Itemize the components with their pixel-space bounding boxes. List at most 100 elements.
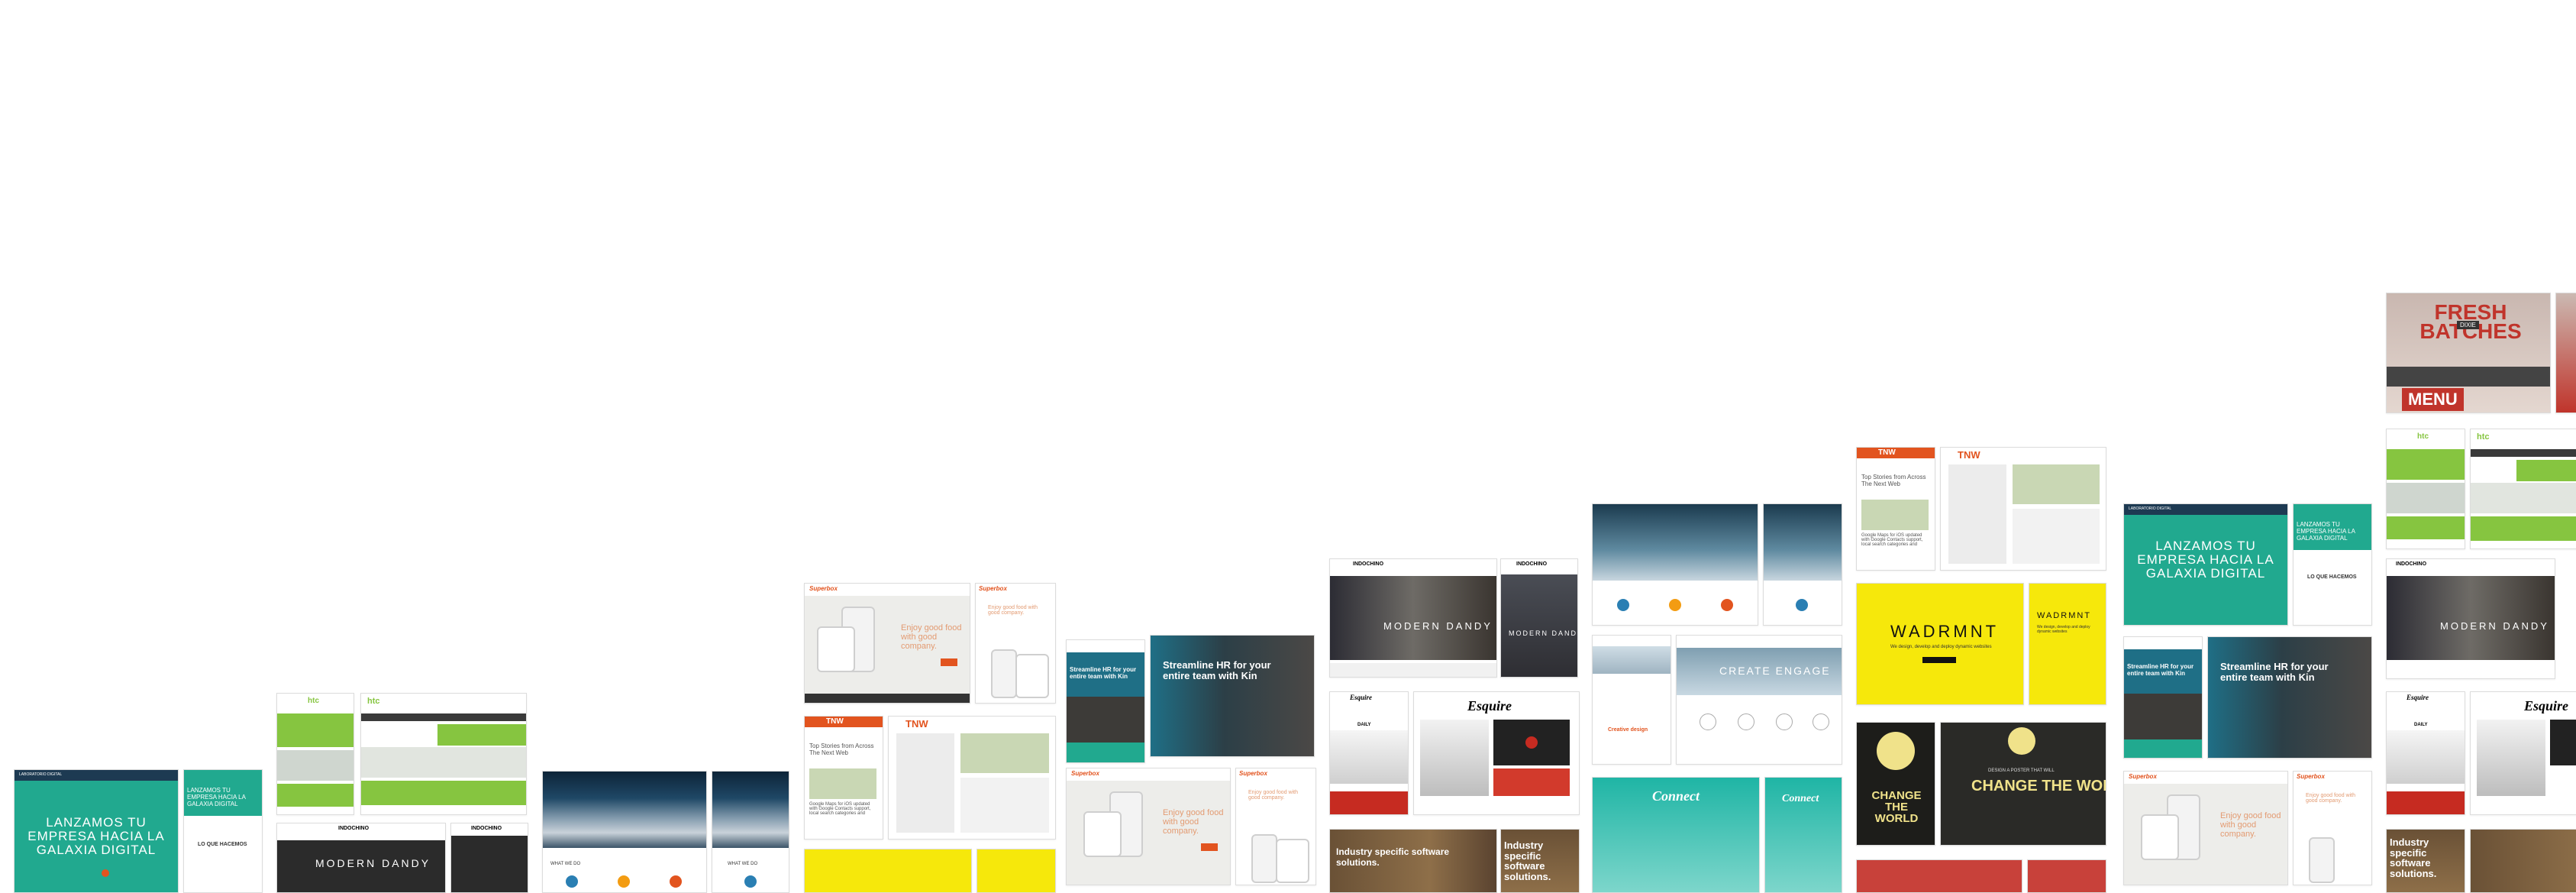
hero-headline: MODERN DANDY: [1509, 629, 1578, 637]
menu-button[interactable]: MENU: [2402, 388, 2464, 411]
esquire-logo: Esquire: [2524, 698, 2569, 713]
thumb-indochino-mobile[interactable]: INDOCHINO: [450, 823, 528, 893]
bar-chart-icon: [1813, 713, 1829, 730]
thumb-indochino-mobile-2[interactable]: INDOCHINO MODERN DANDY: [1500, 558, 1578, 678]
thumb-esquire-mobile[interactable]: Esquire DAILY: [1329, 691, 1409, 815]
video-thumb[interactable]: [2550, 720, 2576, 765]
thumb-change-desktop[interactable]: DESIGN A POSTER THAT WILL CHANGE THE WOR…: [1940, 722, 2106, 846]
thumb-htc-desktop[interactable]: htc: [360, 693, 527, 815]
thumb-kin-mobile-2[interactable]: Streamline HR for your entire team with …: [2123, 636, 2203, 759]
superbox-logo: Superbox: [2297, 773, 2325, 780]
thumb-sky-mobile[interactable]: WHAT WE DO: [712, 771, 789, 893]
hero-headline: LANZAMOS TU EMPRESA HACIA LA GALAXIA DIG…: [27, 815, 165, 857]
footer-strip: [805, 694, 970, 703]
hero-tagline: Enjoy good food with good company.: [2306, 793, 2355, 804]
footer-strip: [1067, 743, 1144, 762]
thumb-superbox-mobile-3[interactable]: Superbox Enjoy good food with good compa…: [2293, 771, 2372, 885]
team-photo: [1067, 697, 1144, 743]
promo-block: [2471, 516, 2576, 541]
thumb-tnw-desktop-2[interactable]: TNW: [1940, 447, 2106, 571]
hero-headline: LANZAMOS TU EMPRESA HACIA LA GALAXIA DIG…: [2297, 521, 2355, 542]
thumb-tnw-desktop[interactable]: TNW: [888, 716, 1056, 840]
superbox-logo: Superbox: [2129, 773, 2157, 780]
thumb-superbox-desktop[interactable]: Superbox Enjoy good food with good compa…: [804, 583, 970, 704]
hero-headline: MODERN DANDY: [1383, 620, 1493, 632]
article-image: [1861, 500, 1929, 530]
thumb-wadramt-desktop[interactable]: WADRMNT We design, develop and deploy dy…: [1856, 583, 2024, 705]
thumb-superbox-desktop-3[interactable]: Superbox Enjoy good food with good compa…: [2123, 771, 2288, 885]
thumb-mkt-desktop[interactable]: [1592, 503, 1758, 626]
tnw-logo: TNW: [826, 717, 844, 726]
hero-block: [2516, 460, 2576, 481]
thumb-create-desktop[interactable]: CREATE ENGAGE: [1676, 635, 1842, 765]
promo-strip: [1330, 791, 1408, 814]
thumb-laboratorio-mobile-2[interactable]: LANZAMOS TU EMPRESA HACIA LA GALAXIA DIG…: [2293, 503, 2372, 626]
thumb-fresh-side[interactable]: [2555, 293, 2576, 413]
article-list: [2013, 509, 2100, 564]
thumb-superbox-mobile-2[interactable]: Superbox Enjoy good food with good compa…: [1235, 768, 1316, 885]
team-photo: [2124, 694, 2202, 739]
badge-icon: [1877, 732, 1915, 770]
thumb-red-strip[interactable]: [1856, 859, 2022, 893]
hero-block: [277, 713, 353, 747]
thumb-indochino-desktop[interactable]: INDOCHINO MODERN DANDY: [276, 823, 446, 893]
play-icon: [102, 869, 109, 877]
connect-logo: Connect: [1652, 788, 1700, 804]
thumb-yellow-strip[interactable]: [804, 849, 972, 893]
hero-image: [543, 772, 706, 848]
thumb-htc-mobile-2[interactable]: htc: [2386, 429, 2465, 549]
thumb-indochino-desktop-2[interactable]: INDOCHINO MODERN DANDY: [1329, 558, 1497, 678]
thumb-connect-desktop[interactable]: Connect: [1592, 777, 1760, 893]
thumb-htc-mobile[interactable]: htc: [276, 693, 354, 815]
hero-headline: Industry specific software solutions.: [1336, 846, 1450, 868]
promo-block: [361, 781, 526, 805]
thumb-superbox-mobile[interactable]: Superbox Enjoy good food with good compa…: [975, 583, 1056, 704]
thumb-esquire-mobile-2[interactable]: Esquire DAILY: [2386, 691, 2465, 815]
thumb-sky-desktop[interactable]: WHAT WE DO: [542, 771, 707, 893]
thumb-wadramt-mobile[interactable]: WADRMNT We design, develop and deploy dy…: [2029, 583, 2106, 705]
headline: Top Stories from Across The Next Web: [1861, 474, 1926, 487]
site-logo: INDOCHINO: [1353, 561, 1384, 567]
thumb-esquire-desktop[interactable]: Esquire: [1413, 691, 1580, 815]
hero-headline: MODERN DANDY: [2440, 620, 2549, 632]
promo-strip: [2387, 791, 2465, 814]
thumb-laboratorio-hero[interactable]: LABORATORIO DIGITAL LANZAMOS TU EMPRESA …: [14, 769, 179, 893]
thumb-mkt-mobile[interactable]: [1763, 503, 1842, 626]
site-nav: [2471, 449, 2576, 457]
cta-button[interactable]: [1922, 657, 1956, 663]
thumb-indochino-desktop-3[interactable]: INDOCHINO MODERN DANDY: [2386, 558, 2555, 679]
phone-mockup: [1083, 811, 1122, 857]
thumb-connect-mobile[interactable]: Connect: [1764, 777, 1842, 893]
thumb-red-strip-mobile[interactable]: [2027, 859, 2106, 893]
thumb-yellow-strip-mobile[interactable]: [976, 849, 1056, 893]
thumb-fresh-batches[interactable]: FRESH BATCHES DIXIE MENU: [2386, 293, 2551, 413]
thumb-laboratorio-mobile[interactable]: LANZAMOS TU EMPRESA HACIA LA GALAXIA DIG…: [183, 769, 263, 893]
thumb-laboratorio-hero-2[interactable]: LABORATORIO DIGITAL LANZAMOS TU EMPRESA …: [2123, 503, 2288, 626]
article-body: Google Maps for iOS updated with Google …: [1861, 533, 1923, 547]
thumb-esquire-desktop-2[interactable]: Esquire: [2470, 691, 2576, 815]
thumb-industry-mobile[interactable]: Industry specific software solutions.: [1500, 829, 1580, 893]
signup-button[interactable]: [1201, 843, 1218, 851]
thumb-htc-desktop-2[interactable]: htc: [2470, 429, 2576, 549]
footer-strip: [1330, 663, 1496, 677]
thumb-industry-desktop[interactable]: Industry specific software solutions.: [1329, 829, 1497, 893]
promo-block: [277, 784, 353, 807]
thumb-create-mobile[interactable]: Creative design: [1592, 635, 1671, 765]
hero-image: [2208, 637, 2371, 758]
hero-headline: MODERN DANDY: [315, 857, 431, 869]
hero-image: [1330, 576, 1496, 660]
thumb-tnw-mobile-2[interactable]: TNW Top Stories from Across The Next Web…: [1856, 447, 1935, 571]
thumb-tnw-mobile[interactable]: TNW Top Stories from Across The Next Web…: [804, 716, 883, 840]
thumb-industry-desktop-2[interactable]: Industry specific software solutions.: [2386, 829, 2465, 893]
hero-tagline: Enjoy good food with good company.: [988, 605, 1038, 616]
thumb-superbox-desktop-2[interactable]: Superbox Enjoy good food with good compa…: [1066, 768, 1231, 885]
thumb-change-mobile[interactable]: CHANGE THE WORLD: [1856, 722, 1935, 846]
thumb-industry-side[interactable]: [2470, 829, 2576, 893]
thumb-kin-desktop[interactable]: Streamline HR for your entire team with …: [1150, 635, 1315, 757]
phone-mockup: [2141, 814, 2179, 860]
hero-headline: LANZAMOS TU EMPRESA HACIA LA GALAXIA DIG…: [2137, 539, 2274, 581]
thumb-kin-mobile[interactable]: Streamline HR for your entire team with …: [1066, 639, 1145, 763]
thumb-kin-desktop-2[interactable]: Streamline HR for your entire team with …: [2207, 636, 2372, 759]
signup-button[interactable]: [941, 658, 957, 666]
feature-image: [2013, 464, 2100, 504]
